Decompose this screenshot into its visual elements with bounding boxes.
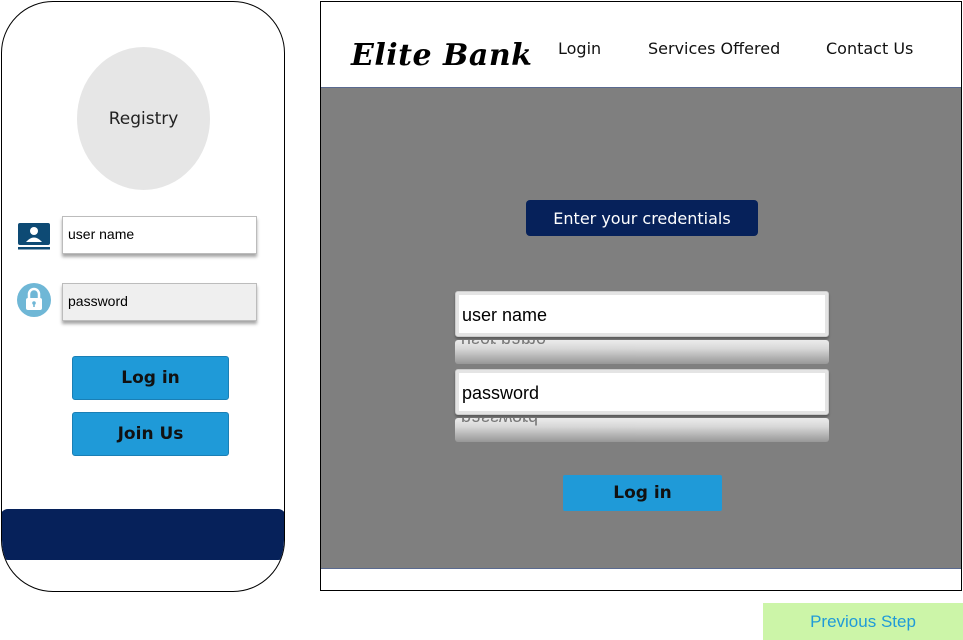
previous-step-button[interactable]: Previous Step bbox=[763, 603, 963, 640]
mobile-join-button[interactable]: Join Us bbox=[72, 412, 229, 456]
mobile-username-input[interactable]: user name bbox=[62, 216, 257, 254]
nav-services-link[interactable]: Services Offered bbox=[648, 39, 780, 58]
mobile-footer-bar bbox=[2, 509, 284, 560]
mobile-login-button[interactable]: Log in bbox=[72, 356, 229, 400]
nav-login-link[interactable]: Login bbox=[558, 39, 601, 58]
password-reflection: password bbox=[455, 418, 829, 442]
credentials-title: Enter your credentials bbox=[526, 200, 758, 236]
login-panel: Enter your credentials user name user na… bbox=[321, 87, 961, 569]
username-reflection-text: user name bbox=[461, 340, 547, 350]
desktop-login-button[interactable]: Log in bbox=[563, 475, 722, 511]
registry-avatar[interactable]: Registry bbox=[77, 47, 210, 190]
desktop-username-input[interactable]: user name bbox=[455, 291, 829, 337]
nav-contact-link[interactable]: Contact Us bbox=[826, 39, 913, 58]
desktop-mockup: Elite Bank Login Services Offered Contac… bbox=[320, 1, 962, 591]
lock-icon bbox=[17, 283, 51, 317]
user-id-icon bbox=[18, 223, 50, 250]
brand-logo[interactable]: Elite Bank bbox=[351, 38, 532, 73]
mobile-mockup: Registry user name password Log in Join … bbox=[1, 1, 285, 592]
mobile-password-input[interactable]: password bbox=[62, 283, 257, 321]
password-reflection-text: password bbox=[461, 418, 539, 428]
registry-label: Registry bbox=[108, 108, 179, 129]
username-reflection: user name bbox=[455, 340, 829, 364]
desktop-password-input[interactable]: password bbox=[455, 369, 829, 415]
desktop-header: Elite Bank Login Services Offered Contac… bbox=[321, 2, 961, 87]
